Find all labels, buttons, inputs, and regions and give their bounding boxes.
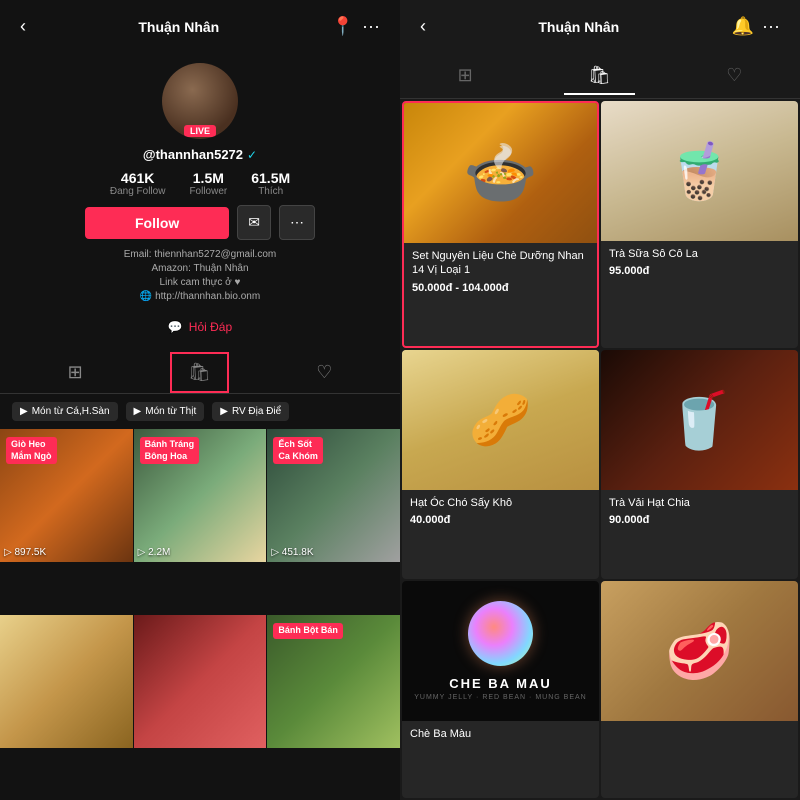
stat-likes-value: 61.5M <box>251 170 290 186</box>
video-label-0: Giò HeoMắm Ngò <box>6 437 57 464</box>
bio-section: Email: thiennhan5272@gmail.com Amazon: T… <box>16 248 384 304</box>
product-price-0: 50.000đ - 104.000đ <box>412 282 589 294</box>
stat-following-label: Đang Follow <box>110 186 166 197</box>
product-price-2: 40.000đ <box>410 514 591 526</box>
product-card-2[interactable]: 🥜 Hạt Óc Chó Sấy Khô 40.000đ <box>402 350 599 579</box>
username: @thannhan5272 <box>143 147 243 162</box>
video-cell-1[interactable]: Bánh TrángBông Hoa ▷ 2.2M <box>134 429 267 562</box>
left-tabs: ⊞ 🛍 ♡ <box>0 352 400 394</box>
product-image-3: 🥤 <box>601 350 798 490</box>
tab-liked[interactable]: ♡ <box>300 354 348 391</box>
video-views-2: ▷ 451.8K <box>271 547 313 558</box>
video-grid: Giò HeoMắm Ngò ▷ 897.5K Bánh TrángBông H… <box>0 429 400 800</box>
product-price-1: 95.000đ <box>609 265 790 277</box>
product-info-5 <box>601 721 798 739</box>
product-name-4: Chè Ba Màu <box>410 727 591 741</box>
video-cell-0[interactable]: Giò HeoMắm Ngò ▷ 897.5K <box>0 429 133 562</box>
filter-label-3: RV Địa Điể <box>232 406 281 417</box>
right-bell-button[interactable]: 🔔 <box>728 12 758 41</box>
product-name-0: Set Nguyên Liệu Chè Dưỡng Nhan 14 Vị Loạ… <box>412 249 589 278</box>
right-header-title: Thuận Nhân <box>430 19 728 35</box>
avatar: LIVE <box>162 63 238 139</box>
stat-likes: 61.5M Thích <box>251 170 290 197</box>
tab-videos[interactable]: ⊞ <box>52 354 99 391</box>
stat-followers-value: 1.5M <box>193 170 224 186</box>
filter-label-1: Món từ Cá,H.Sàn <box>32 406 110 417</box>
qa-section[interactable]: 💬 Hỏi Đáp <box>160 312 240 342</box>
follow-button[interactable]: Follow <box>85 207 229 239</box>
product-name-1: Trà Sữa Sô Cô La <box>609 247 790 261</box>
message-button[interactable]: ✉ <box>237 205 271 240</box>
right-more-button[interactable]: ··· <box>758 12 784 41</box>
product-card-3[interactable]: 🥤 Trà Vải Hạt Chia 90.000đ <box>601 350 798 579</box>
product-image-1: 🧋 <box>601 101 798 241</box>
product-image-2: 🥜 <box>402 350 599 490</box>
right-tab-shop[interactable]: 🛍 <box>564 57 635 94</box>
share-button[interactable]: ⋯ <box>279 205 315 240</box>
stats-row: 461K Đang Follow 1.5M Follower 61.5M Thí… <box>110 170 290 197</box>
location-icon[interactable]: 📍 <box>328 12 358 41</box>
video-views-1: ▷ 2.2M <box>138 547 171 558</box>
verified-icon: ✓ <box>247 148 257 162</box>
product-card-0[interactable]: 🍲 Set Nguyên Liệu Chè Dưỡng Nhan 14 Vị L… <box>402 101 599 348</box>
product-image-0: 🍲 <box>404 103 597 243</box>
qa-icon: 💬 <box>168 320 183 334</box>
right-back-button[interactable]: ‹ <box>416 12 430 41</box>
back-button[interactable]: ‹ <box>16 12 30 41</box>
profile-section: LIVE @thannhan5272 ✓ 461K Đang Follow 1.… <box>0 53 400 352</box>
stat-likes-label: Thích <box>258 186 283 197</box>
right-tab-all[interactable]: ⊞ <box>434 57 497 94</box>
video-cell-4[interactable] <box>134 615 267 748</box>
filter-icon-3: ▶ <box>220 406 228 417</box>
product-info-3: Trà Vải Hạt Chia 90.000đ <box>601 490 798 534</box>
product-info-2: Hạt Óc Chó Sấy Khô 40.000đ <box>402 490 599 534</box>
product-info-1: Trà Sữa Sô Cô La 95.000đ <box>601 241 798 285</box>
live-badge: LIVE <box>184 125 216 137</box>
video-views-0: ▷ 897.5K <box>4 547 46 558</box>
left-panel: ‹ Thuận Nhân 📍 ··· LIVE @thannhan5272 ✓ … <box>0 0 400 800</box>
video-label-1: Bánh TrángBông Hoa <box>140 437 200 464</box>
video-cell-2[interactable]: Ếch SốtCa Khóm ▷ 451.8K <box>267 429 400 562</box>
stat-following: 461K Đang Follow <box>110 170 166 197</box>
left-header: ‹ Thuận Nhân 📍 ··· <box>0 0 400 53</box>
filter-label-2: Món từ Thịt <box>145 406 196 417</box>
product-card-1[interactable]: 🧋 Trà Sữa Sô Cô La 95.000đ <box>601 101 798 348</box>
product-card-5[interactable]: 🥩 <box>601 581 798 798</box>
tab-shop[interactable]: 🛍 <box>170 352 229 393</box>
filter-icon-2: ▶ <box>134 406 142 417</box>
products-grid: 🍲 Set Nguyên Liệu Chè Dưỡng Nhan 14 Vị L… <box>400 99 800 800</box>
username-row: @thannhan5272 ✓ <box>143 147 257 162</box>
action-row: Follow ✉ ⋯ <box>85 205 315 240</box>
product-name-3: Trà Vải Hạt Chia <box>609 496 790 510</box>
product-card-4[interactable]: CHE BA MAU YUMMY JELLY · RED BEAN · MUNG… <box>402 581 599 798</box>
stat-followers: 1.5M Follower <box>189 170 227 197</box>
product-price-3: 90.000đ <box>609 514 790 526</box>
product-image-4: CHE BA MAU YUMMY JELLY · RED BEAN · MUNG… <box>402 581 599 721</box>
video-label-5: Bánh Bột Bán <box>273 623 343 639</box>
bio-text: Email: thiennhan5272@gmail.com Amazon: T… <box>32 248 368 304</box>
filter-rv[interactable]: ▶ RV Địa Điể <box>212 402 289 421</box>
product-name-2: Hạt Óc Chó Sấy Khô <box>410 496 591 510</box>
filter-row: ▶ Món từ Cá,H.Sàn ▶ Món từ Thịt ▶ RV Địa… <box>0 394 400 429</box>
product-image-5: 🥩 <box>601 581 798 721</box>
filter-ca-h-san[interactable]: ▶ Món từ Cá,H.Sàn <box>12 402 118 421</box>
product-info-0: Set Nguyên Liệu Chè Dưỡng Nhan 14 Vị Loạ… <box>404 243 597 302</box>
right-header: ‹ Thuận Nhân 🔔 ··· <box>400 0 800 53</box>
stat-followers-label: Follower <box>189 186 227 197</box>
right-tab-liked[interactable]: ♡ <box>702 57 766 94</box>
qa-label: Hỏi Đáp <box>189 320 232 334</box>
filter-thit[interactable]: ▶ Món từ Thịt <box>126 402 205 421</box>
video-cell-5[interactable]: Bánh Bột Bán <box>267 615 400 748</box>
more-options-button[interactable]: ··· <box>358 12 384 41</box>
video-cell-3[interactable] <box>0 615 133 748</box>
right-panel: ‹ Thuận Nhân 🔔 ··· ⊞ 🛍 ♡ 🍲 Set Nguyên Li… <box>400 0 800 800</box>
product-info-4: Chè Ba Màu <box>402 721 599 753</box>
filter-icon-1: ▶ <box>20 406 28 417</box>
stat-following-value: 461K <box>121 170 154 186</box>
left-header-title: Thuận Nhân <box>30 19 328 35</box>
video-label-2: Ếch SốtCa Khóm <box>273 437 323 464</box>
right-tabs: ⊞ 🛍 ♡ <box>400 53 800 99</box>
